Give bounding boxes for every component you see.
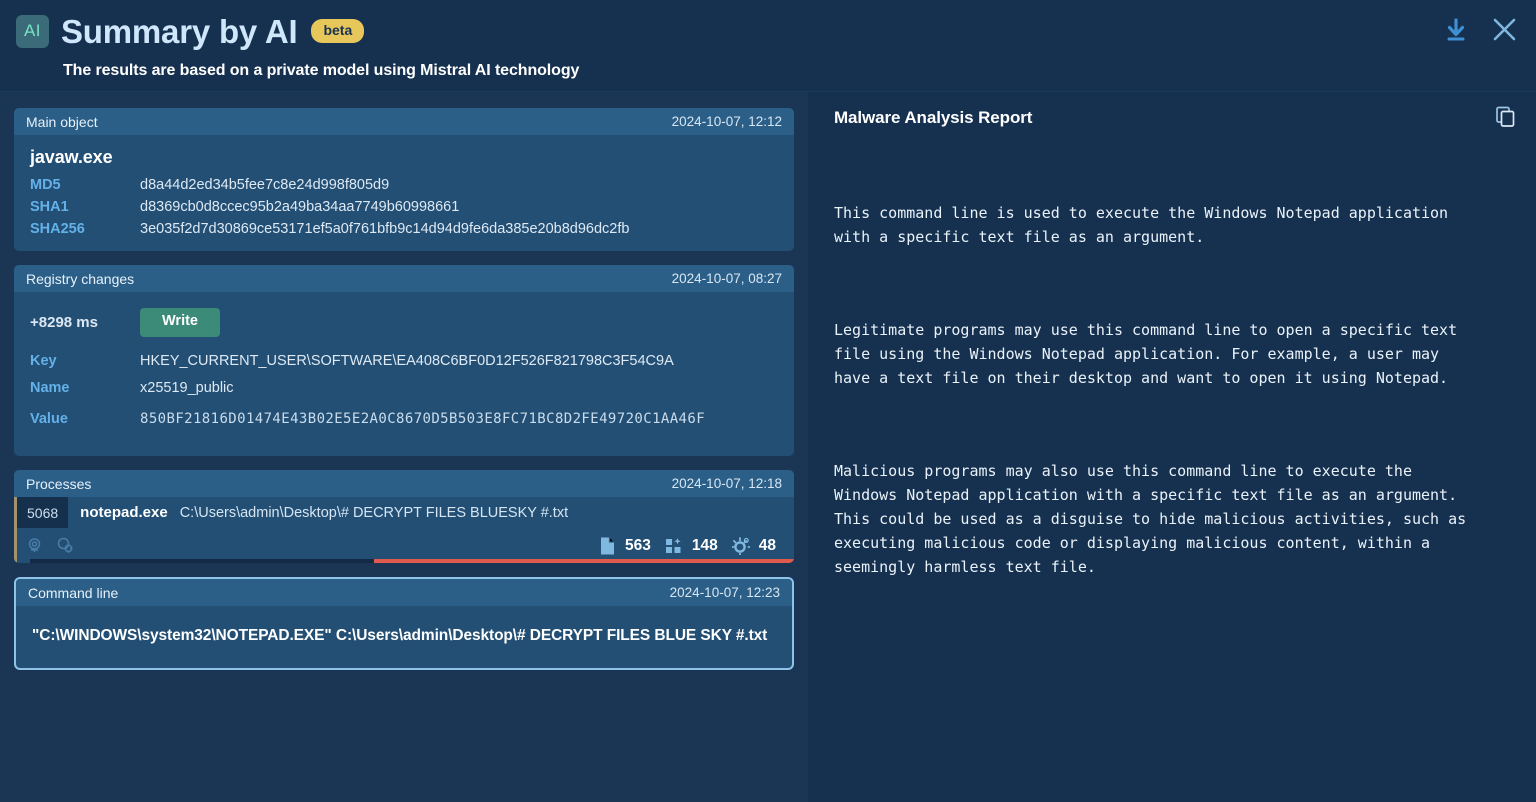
process-stat-registry: 48 [758, 536, 776, 554]
left-panel: Main object 2024-10-07, 12:12 javaw.exe … [0, 92, 808, 802]
hash-label-sha256: SHA256 [30, 221, 85, 237]
registry-operation-row: +8298 ms Write [30, 304, 778, 337]
main-object-timestamp: 2024-10-07, 12:12 [671, 114, 782, 129]
command-line-timestamp: 2024-10-07, 12:23 [669, 585, 780, 601]
registry-operation-badge: Write [140, 308, 220, 337]
registry-row-key: Key HKEY_CURRENT_USER\SOFTWARE\EA408C6BF… [30, 353, 778, 369]
command-line-card[interactable]: Command line 2024-10-07, 12:23 "C:\WINDO… [14, 577, 794, 670]
process-arguments: C:\Users\admin\Desktop\# DECRYPT FILES B… [179, 504, 569, 521]
command-line-card-header: Command line 2024-10-07, 12:23 [16, 579, 792, 607]
hash-label-md5: MD5 [30, 177, 61, 193]
header-subtitle: The results are based on a private model… [63, 62, 580, 79]
registry-card-title: Registry changes [26, 270, 135, 287]
main-object-card-title: Main object [26, 113, 98, 130]
processes-card[interactable]: Processes 2024-10-07, 12:18 5068 notepad… [14, 470, 794, 564]
registry-time-offset: +8298 ms [30, 313, 98, 331]
registry-timestamp: 2024-10-07, 08:27 [671, 271, 782, 286]
hash-row-md5: MD5 d8a44d2ed34b5fee7c8e24d998f805d9 [30, 177, 778, 193]
report-paragraph-3: Malicious programs may also use this com… [834, 462, 1476, 576]
registry-changes-card[interactable]: Registry changes 2024-10-07, 08:27 +8298… [14, 265, 794, 457]
report-paragraph-2: Legitimate programs may use this command… [834, 321, 1467, 387]
title-row: AI Summary by AI beta [16, 8, 1536, 54]
process-activity-bar-red [373, 559, 794, 564]
hash-value-sha1: d8369cb0d8ccec95b2a49ba34aa7749b60998661 [140, 199, 460, 215]
hash-label-sha1: SHA1 [30, 199, 69, 215]
hash-row-sha1: SHA1 d8369cb0d8ccec95b2a49ba34aa7749b609… [30, 199, 778, 215]
registry-label-key: Key [30, 352, 57, 369]
header-actions [1443, 16, 1518, 43]
window-header: AI Summary by AI beta The results are ba… [0, 0, 1536, 92]
registry-value-name: x25519_public [140, 379, 234, 396]
close-icon [1493, 18, 1516, 41]
process-mini-icons [26, 537, 74, 554]
main-object-card-header: Main object 2024-10-07, 12:12 [14, 108, 794, 135]
registry-fields: Key HKEY_CURRENT_USER\SOFTWARE\EA408C6BF… [30, 353, 778, 432]
main-object-card[interactable]: Main object 2024-10-07, 12:12 javaw.exe … [14, 108, 794, 251]
registry-row-value: Value 850BF21816D01474E43B02E5E2A0C8670D… [30, 407, 778, 432]
summary-by-ai-window: AI Summary by AI beta The results are ba… [0, 0, 1536, 802]
processes-timestamp: 2024-10-07, 12:18 [671, 476, 782, 492]
process-pid: 5068 [17, 497, 69, 529]
report-panel: Malware Analysis Report This command lin… [808, 92, 1536, 802]
close-button[interactable] [1491, 16, 1518, 43]
report-body: This command line is used to execute the… [834, 154, 1474, 627]
page-title: Summary by AI [61, 12, 298, 50]
gear-icon [731, 537, 750, 555]
processes-card-title: Processes [26, 475, 92, 492]
download-button[interactable] [1443, 17, 1469, 43]
registry-label-value: Value [30, 410, 68, 427]
window-body: Main object 2024-10-07, 12:12 javaw.exe … [0, 92, 1536, 802]
process-stat-modules: 148 [691, 536, 718, 554]
registry-value-data: 850BF21816D01474E43B02E5E2A0C8670D5B503E… [140, 410, 706, 427]
ai-logo-icon: AI [16, 14, 49, 48]
process-activity-bar [30, 559, 794, 564]
registry-value-key: HKEY_CURRENT_USER\SOFTWARE\EA408C6BF0D12… [140, 352, 674, 369]
copy-icon [1496, 106, 1515, 127]
processes-card-body: 5068 notepad.exe C:\Users\admin\Desktop\… [14, 497, 794, 564]
registry-label-name: Name [30, 379, 70, 396]
copy-report-button[interactable] [1495, 106, 1516, 127]
hash-value-sha256: 3e035f2d7d30869ce53171ef5a0f761bfb9c14d9… [140, 221, 630, 237]
main-object-card-body: javaw.exe MD5 d8a44d2ed34b5fee7c8e24d998… [14, 135, 794, 251]
process-name: notepad.exe [80, 504, 168, 522]
process-stats: 563 148 48 [599, 536, 794, 556]
process-stat-files: 563 [625, 536, 651, 554]
command-line-card-body: "C:\WINDOWS\system32\NOTEPAD.EXE" C:\Use… [16, 606, 792, 668]
registry-card-body: +8298 ms Write Key HKEY_CURRENT_USER\SOF… [14, 292, 794, 456]
registry-row-name: Name x25519_public [30, 380, 778, 396]
report-paragraph-1: This command line is used to execute the… [834, 203, 1458, 246]
command-line-card-title: Command line [28, 584, 119, 601]
process-meta-row: 563 148 48 [14, 528, 794, 564]
modules-gear-icon[interactable] [56, 537, 74, 554]
process-activity-bar-dark [30, 559, 374, 564]
hash-row-sha256: SHA256 3e035f2d7d30869ce53171ef5a0f761bf… [30, 221, 778, 237]
registry-card-header: Registry changes 2024-10-07, 08:27 [14, 265, 794, 292]
main-object-filename: javaw.exe [30, 147, 113, 167]
target-icon[interactable] [26, 537, 43, 554]
report-title: Malware Analysis Report [834, 108, 1033, 127]
registry-icon [665, 537, 681, 553]
command-line-text: "C:\WINDOWS\system32\NOTEPAD.EXE" C:\Use… [32, 627, 768, 645]
hash-value-md5: d8a44d2ed34b5fee7c8e24d998f805d9 [140, 177, 390, 193]
download-icon [1447, 17, 1465, 40]
process-row[interactable]: 5068 notepad.exe C:\Users\admin\Desktop\… [14, 497, 794, 529]
file-icon [601, 537, 614, 555]
processes-card-header: Processes 2024-10-07, 12:18 [14, 470, 794, 498]
beta-badge: beta [311, 19, 365, 43]
